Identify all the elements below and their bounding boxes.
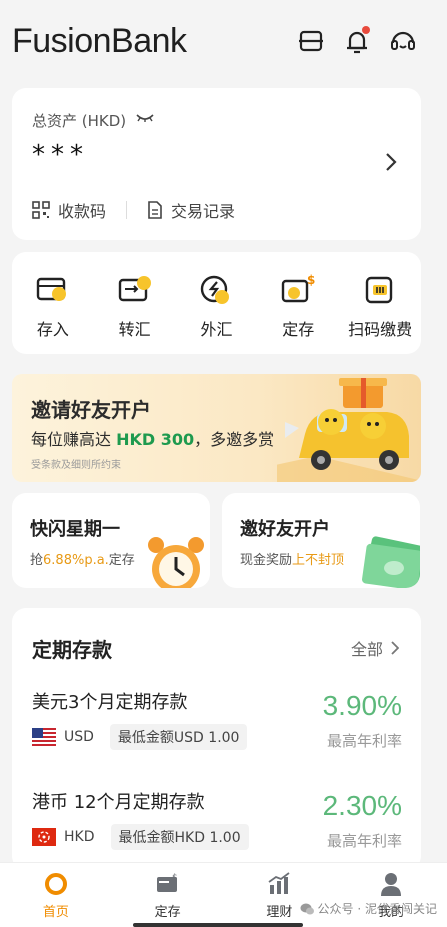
quick-action-scan-pay[interactable]: 扫码缴费 — [341, 272, 419, 340]
minimum-amount-badge: 最低金额HKD 1.00 — [110, 824, 249, 850]
asset-links: 收款码 交易记录 — [32, 198, 235, 222]
tab-label: 首页 — [42, 905, 69, 920]
transfer-icon — [118, 276, 151, 302]
app-header: FusionBank — [0, 0, 447, 82]
currency-code: HKD — [64, 829, 95, 845]
qr-code-icon — [32, 201, 50, 219]
notification-dot — [362, 26, 370, 34]
scan-pay-icon — [365, 276, 393, 304]
time-deposit-title: 定期存款 — [32, 638, 112, 662]
product-tags: HKD 最低金额HKD 1.00 — [32, 824, 249, 850]
total-assets-card[interactable]: 总资产 (HKD) *** 收款码 交易记录 — [12, 88, 421, 240]
rate-label: 最高年利率 — [326, 832, 402, 850]
tab-home[interactable]: 首页 — [11, 863, 101, 927]
view-all-link[interactable]: 全部 — [351, 636, 399, 660]
quick-actions: 存入 转汇 外汇 $ 定存 扫码缴费 — [12, 252, 421, 354]
headset-icon[interactable] — [388, 26, 418, 56]
quick-action-label: 存入 — [36, 320, 69, 339]
eye-closed-icon[interactable] — [136, 112, 154, 124]
quick-action-label: 外汇 — [200, 320, 233, 339]
fx-icon — [201, 275, 230, 304]
invite-friends-card[interactable]: 邀好友开户 现金奖励上不封顶 — [222, 493, 420, 588]
transaction-history-link[interactable]: 交易记录 — [147, 198, 235, 222]
invite-friends-title: 邀好友开户 — [240, 519, 330, 540]
home-indicator — [133, 923, 303, 927]
home-ring-icon — [44, 873, 67, 895]
car-mascot-illustration — [277, 378, 421, 482]
minimum-amount-badge: 最低金额USD 1.00 — [109, 724, 248, 750]
time-deposit-card: 定期存款 全部 美元3个月定期存款 USD 最低金额USD 1.00 3.90%… — [12, 608, 421, 870]
quick-action-label: 扫码缴费 — [348, 320, 413, 339]
rate-label: 最高年利率 — [326, 732, 402, 750]
quick-action-time-deposit[interactable]: $ 定存 — [259, 272, 337, 340]
wallet-icon: $ — [156, 873, 178, 892]
chevron-right-icon — [391, 641, 399, 655]
deposit-icon — [36, 277, 66, 301]
svg-text:$: $ — [172, 873, 178, 883]
quick-action-transfer[interactable]: 转汇 — [96, 272, 174, 340]
alarm-clock-icon — [148, 537, 204, 588]
flash-monday-title: 快闪星期一 — [30, 519, 120, 540]
tab-label: 理财 — [266, 905, 293, 920]
svg-text:$: $ — [307, 273, 315, 287]
watermark: 公众号 · 泥代香闯关记 — [300, 900, 437, 917]
banner-terms-note: 受条款及细则所约束 — [31, 460, 121, 471]
invite-friends-subtitle: 现金奖励上不封顶 — [240, 553, 345, 568]
product-name: 港币 12个月定期存款 — [32, 792, 205, 813]
us-flag-icon — [32, 728, 56, 746]
flash-monday-subtitle: 抢6.88%p.a.定存 — [30, 553, 135, 568]
scan-icon[interactable] — [296, 26, 326, 56]
bar-chart-icon — [268, 872, 290, 894]
cash-stack-icon — [362, 536, 420, 588]
product-tags: USD 最低金额USD 1.00 — [32, 724, 248, 750]
invite-friends-banner[interactable]: 邀请好友开户 每位赚高达 HKD 300，多邀多赏 受条款及细则所约束 — [12, 374, 421, 482]
time-deposit-icon: $ — [282, 273, 316, 303]
watermark-text: 公众号 · 泥代香闯关记 — [317, 902, 437, 916]
quick-action-deposit[interactable]: 存入 — [14, 272, 92, 340]
tab-time-deposit[interactable]: $ 定存 — [123, 863, 213, 927]
quick-action-label: 转汇 — [118, 320, 151, 339]
flash-monday-card[interactable]: 快闪星期一 抢6.88%p.a.定存 — [12, 493, 210, 588]
quick-action-label: 定存 — [282, 320, 315, 339]
interest-rate: 3.90% — [322, 690, 402, 721]
total-assets-label: 总资产 (HKD) — [32, 112, 127, 130]
currency-code: USD — [64, 729, 94, 745]
transaction-history-label: 交易记录 — [171, 202, 236, 221]
interest-rate: 2.30% — [322, 790, 402, 821]
document-icon — [148, 201, 162, 219]
tab-label: 定存 — [154, 905, 181, 920]
tab-profile[interactable]: 我的 — [346, 863, 436, 927]
tab-wealth[interactable]: 理财 — [234, 863, 324, 927]
deposit-product-hkd[interactable]: 港币 12个月定期存款 HKD 最低金额HKD 1.00 2.30% 最高年利率 — [32, 788, 402, 858]
divider — [126, 201, 128, 219]
bell-icon[interactable] — [342, 26, 372, 56]
product-name: 美元3个月定期存款 — [32, 692, 188, 713]
view-all-label: 全部 — [350, 640, 383, 659]
wechat-icon — [300, 903, 314, 914]
user-icon — [381, 873, 402, 896]
banner-title: 邀请好友开户 — [31, 398, 151, 422]
qr-code-link[interactable]: 收款码 — [32, 198, 106, 222]
banner-subtitle: 每位赚高达 HKD 300，多邀多赏 — [31, 430, 275, 449]
chevron-right-icon[interactable] — [385, 152, 397, 172]
hk-flag-icon — [32, 828, 56, 846]
bottom-tab-bar: 首页 $ 定存 理财 我的 — [0, 862, 447, 927]
deposit-product-usd[interactable]: 美元3个月定期存款 USD 最低金额USD 1.00 3.90% 最高年利率 — [32, 688, 402, 758]
total-assets-value: *** — [32, 140, 89, 170]
app-logo: FusionBank — [12, 22, 187, 60]
qr-code-label: 收款码 — [58, 202, 107, 221]
quick-action-fx[interactable]: 外汇 — [177, 272, 255, 340]
